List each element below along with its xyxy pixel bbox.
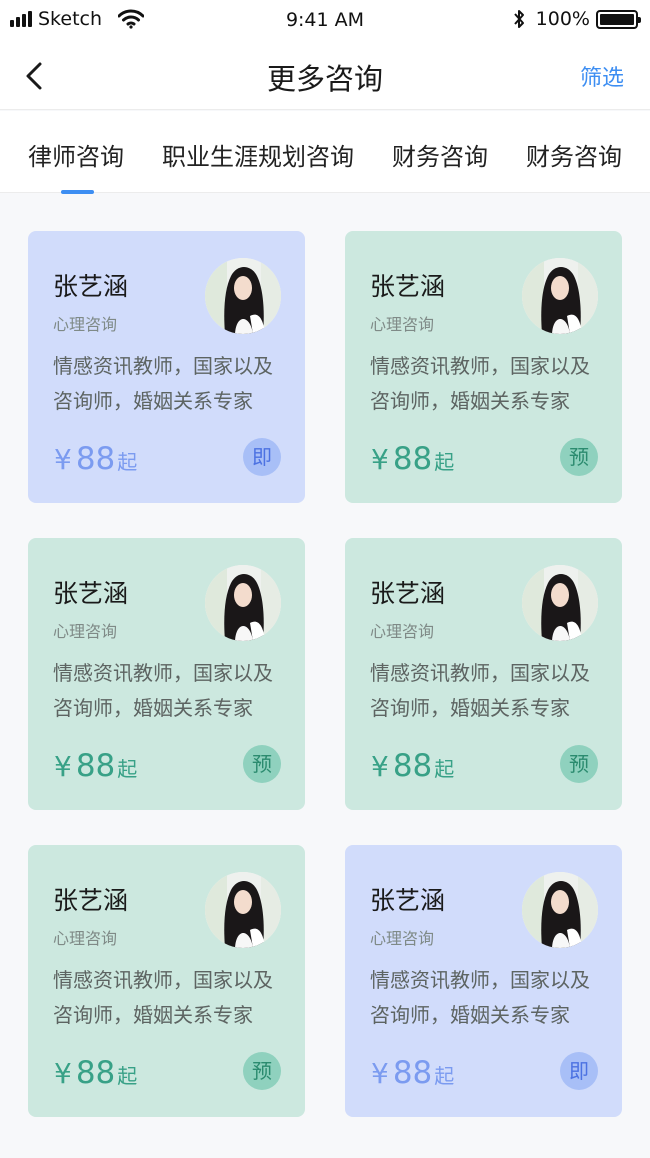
active-tab-indicator [61,190,94,194]
description-line: 情感资讯教师，国家以及 [53,661,273,685]
consultant-category: 心理咨询 [53,622,118,641]
consultant-category: 心理咨询 [370,315,435,334]
price-suffix: 起 [117,757,138,781]
price-amount: 88 [392,1055,433,1091]
battery-icon [596,9,641,29]
avatar [205,565,281,641]
avatar [205,258,281,334]
price: ¥ 88 起 [54,748,137,784]
availability-badge: 即 [560,1052,598,1090]
description-line: 情感资讯教师，国家以及 [53,354,273,378]
consultant-category: 心理咨询 [370,929,435,948]
price: ¥ 88 起 [54,1055,137,1091]
consultant-name: 张艺涵 [53,272,129,301]
consultant-category: 心理咨询 [53,929,118,948]
consultant-name: 张艺涵 [53,579,129,608]
tab-career-planning[interactable]: 职业生涯规划咨询 [162,137,354,172]
consultant-card[interactable]: 张艺涵 心理咨询 情感资讯教师，国家以及 咨询师，婚姻关系专家 ¥ 88 起 预 [28,538,305,810]
consultant-name: 张艺涵 [370,272,446,301]
price: ¥ 88 起 [371,1055,454,1091]
price-suffix: 起 [434,1064,455,1088]
description-line: 咨询师，婚姻关系专家 [370,1003,570,1027]
description-line: 情感资讯教师，国家以及 [53,968,273,992]
price-suffix: 起 [117,1064,138,1088]
battery-percent: 100% [535,8,590,30]
currency-symbol: ¥ [54,443,72,476]
avatar [522,258,598,334]
consultant-description: 情感资讯教师，国家以及 咨询师，婚姻关系专家 [53,656,293,726]
tab-lawyer-consult[interactable]: 律师咨询 [28,137,124,172]
avatar [205,872,281,948]
category-tabs: 律师咨询 职业生涯规划咨询 财务咨询 财务咨询 [0,111,650,194]
avatar-portrait-icon [205,258,281,334]
description-line: 情感资讯教师，国家以及 [370,661,590,685]
availability-badge: 预 [560,438,598,476]
price-suffix: 起 [434,757,455,781]
consultant-card[interactable]: 张艺涵 心理咨询 情感资讯教师，国家以及 咨询师，婚姻关系专家 ¥ 88 起 即 [345,845,622,1117]
currency-symbol: ¥ [54,750,72,783]
consultant-category: 心理咨询 [370,622,435,641]
consultant-description: 情感资讯教师，国家以及 咨询师，婚姻关系专家 [370,349,610,419]
consultant-name: 张艺涵 [370,579,446,608]
avatar-portrait-icon [522,258,598,334]
description-line: 咨询师，婚姻关系专家 [53,696,253,720]
consultant-description: 情感资讯教师，国家以及 咨询师，婚姻关系专家 [53,349,293,419]
consultant-card[interactable]: 张艺涵 心理咨询 情感资讯教师，国家以及 咨询师，婚姻关系专家 ¥ 88 起 预 [345,231,622,503]
avatar-portrait-icon [522,872,598,948]
price-suffix: 起 [117,450,138,474]
currency-symbol: ¥ [371,750,389,783]
consultant-name: 张艺涵 [53,886,129,915]
price-suffix: 起 [434,450,455,474]
consultant-description: 情感资讯教师，国家以及 咨询师，婚姻关系专家 [53,963,293,1033]
status-bar: Sketch 9:41 AM 100% [0,0,650,42]
consultant-card[interactable]: 张艺涵 心理咨询 情感资讯教师，国家以及 咨询师，婚姻关系专家 ¥ 88 起 即 [28,231,305,503]
description-line: 咨询师，婚姻关系专家 [370,389,570,413]
price-amount: 88 [75,441,116,477]
consultant-card[interactable]: 张艺涵 心理咨询 情感资讯教师，国家以及 咨询师，婚姻关系专家 ¥ 88 起 预 [28,845,305,1117]
consultant-category: 心理咨询 [53,315,118,334]
description-line: 情感资讯教师，国家以及 [370,968,590,992]
consultant-card[interactable]: 张艺涵 心理咨询 情感资讯教师，国家以及 咨询师，婚姻关系专家 ¥ 88 起 预 [345,538,622,810]
price-amount: 88 [75,748,116,784]
consultant-description: 情感资讯教师，国家以及 咨询师，婚姻关系专家 [370,656,610,726]
avatar [522,565,598,641]
description-line: 咨询师，婚姻关系专家 [370,696,570,720]
price-amount: 88 [392,441,433,477]
availability-badge: 即 [243,438,281,476]
currency-symbol: ¥ [371,443,389,476]
description-line: 情感资讯教师，国家以及 [370,354,590,378]
avatar-portrait-icon [205,872,281,948]
availability-badge: 预 [243,1052,281,1090]
availability-badge: 预 [243,745,281,783]
nav-bar: 更多咨询 筛选 [0,42,650,110]
price: ¥ 88 起 [371,748,454,784]
avatar-portrait-icon [522,565,598,641]
avatar-portrait-icon [205,565,281,641]
status-bar-right: 100% [512,8,641,30]
tab-finance-consult[interactable]: 财务咨询 [392,137,488,172]
tab-finance-consult-2[interactable]: 财务咨询 [526,137,622,172]
consultant-description: 情感资讯教师，国家以及 咨询师，婚姻关系专家 [370,963,610,1033]
price-amount: 88 [392,748,433,784]
page-title: 更多咨询 [266,62,383,96]
price: ¥ 88 起 [371,441,454,477]
price-amount: 88 [75,1055,116,1091]
availability-badge: 预 [560,745,598,783]
avatar [522,872,598,948]
currency-symbol: ¥ [54,1057,72,1090]
description-line: 咨询师，婚姻关系专家 [53,1003,253,1027]
filter-button[interactable]: 筛选 [580,60,624,92]
price: ¥ 88 起 [54,441,137,477]
currency-symbol: ¥ [371,1057,389,1090]
description-line: 咨询师，婚姻关系专家 [53,389,253,413]
consultant-name: 张艺涵 [370,886,446,915]
bluetooth-icon [513,10,524,28]
